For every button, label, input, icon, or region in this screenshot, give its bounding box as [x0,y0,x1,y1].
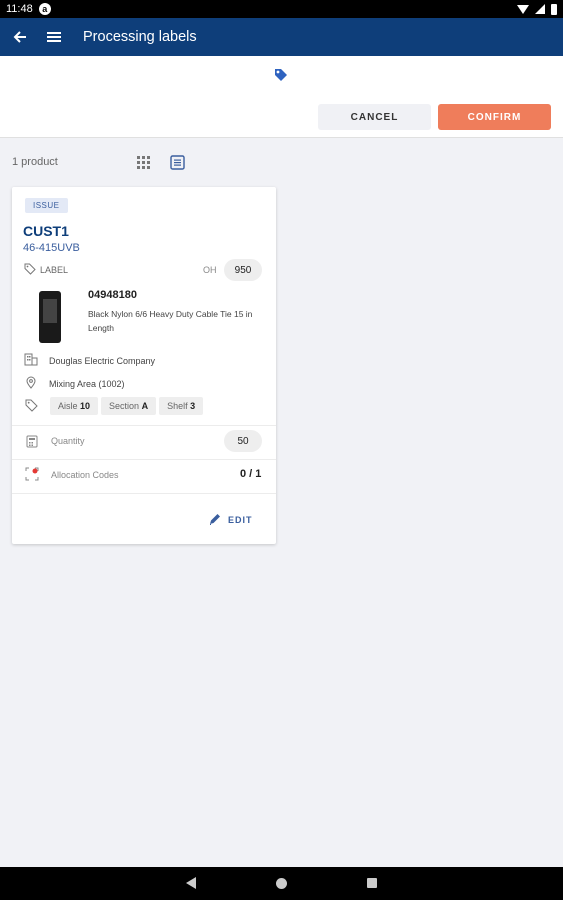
status-time: 11:48 [6,3,33,15]
customer-name: CUST1 [23,223,69,239]
grid-view-icon[interactable] [137,156,150,174]
product-image [39,291,61,343]
signal-icon [535,4,545,14]
tag-icon [273,67,289,88]
cancel-button[interactable]: CANCEL [318,104,431,130]
label-type-text: LABEL [40,265,69,275]
back-arrow-icon[interactable] [10,27,30,47]
battery-icon [551,3,557,15]
location-name: Mixing Area (1002) [49,378,125,389]
sku-code: 46-415UVB [23,242,80,254]
pencil-icon [208,512,222,528]
tag-outline-icon [24,263,36,277]
on-hand-label: OH [203,265,217,275]
bin-location-chips: Aisle 10 Section A Shelf 3 [50,397,204,415]
quantity-value[interactable]: 50 [224,430,262,452]
notification-icon: a [38,3,51,15]
wifi-icon [517,4,529,14]
confirm-button[interactable]: CONFIRM [438,104,551,130]
edit-label: EDIT [228,515,253,525]
product-number: 04948180 [88,289,137,301]
status-badge: ISSUE [25,198,68,213]
divider [12,425,276,426]
on-hand-value: 950 [224,259,262,281]
action-panel: CANCEL CONFIRM [0,56,563,138]
product-count: 1 product [12,156,58,168]
list-view-icon[interactable] [170,155,185,175]
label-type: LABEL [24,263,68,277]
divider [12,493,276,494]
allocation-codes-value: 0 / 1 [240,468,262,480]
allocation-codes-label: Allocation Codes [51,470,119,480]
allocation-alert-icon [25,467,39,486]
product-card[interactable]: ISSUE CUST1 46-415UVB LABEL OH 950 04948… [12,187,276,544]
app-bar: Processing labels [0,18,563,56]
quantity-label: Quantity [51,436,85,446]
location-row: Mixing Area (1002) [24,376,125,391]
nav-home-icon[interactable] [276,878,287,889]
hamburger-menu-icon[interactable] [44,27,64,47]
calculator-icon [26,435,38,453]
status-indicators [517,3,557,15]
list-toolbar: 1 product [0,152,300,174]
divider [12,459,276,460]
status-bar: 11:48 a [0,0,563,18]
nav-recents-icon[interactable] [367,878,377,888]
shelf-chip: Shelf 3 [159,397,204,415]
bin-tag-icon [25,399,38,417]
edit-button[interactable]: EDIT [208,512,253,528]
nav-back-icon[interactable] [186,877,196,889]
supplier-row: Douglas Electric Company [24,353,155,368]
supplier-name: Douglas Electric Company [49,355,156,366]
building-icon [24,353,38,368]
location-pin-icon [24,376,38,391]
aisle-chip: Aisle 10 [50,397,99,415]
product-description: Black Nylon 6/6 Heavy Duty Cable Tie 15 … [88,309,253,333]
section-chip: Section A [101,397,157,415]
system-nav-bar [0,867,563,900]
page-title: Processing labels [83,29,197,45]
